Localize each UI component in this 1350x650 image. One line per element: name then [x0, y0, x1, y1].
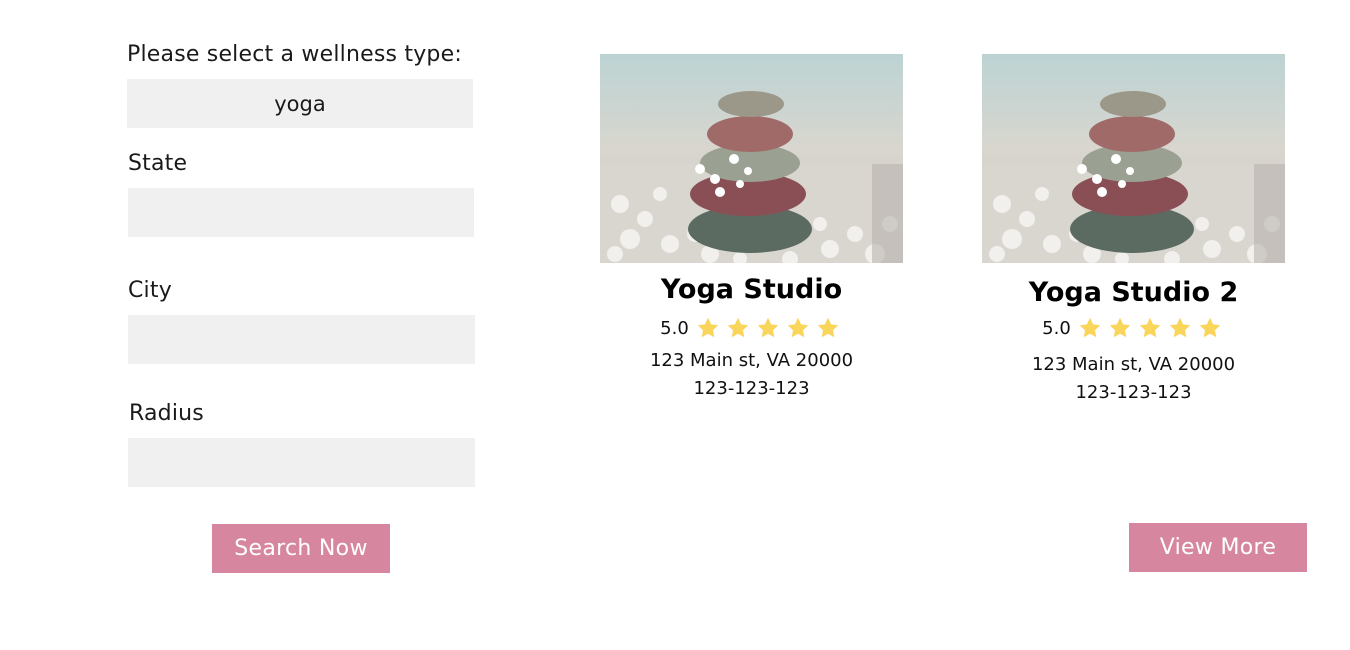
- star-icon: [727, 317, 749, 338]
- radius-label: Radius: [129, 401, 204, 426]
- result-card[interactable]: Yoga Studio 5.0 123 Main st, VA 20000 12…: [600, 54, 903, 414]
- wellness-type-select[interactable]: [127, 79, 473, 128]
- star-icon: [697, 317, 719, 338]
- studio-title[interactable]: Yoga Studio: [570, 274, 933, 305]
- stacked-stones-photo[interactable]: [600, 54, 903, 263]
- studio-phone: 123-123-123: [693, 378, 810, 399]
- star-icon: [1199, 317, 1221, 338]
- star-icon: [1169, 317, 1191, 338]
- stacked-stones-photo[interactable]: [982, 54, 1285, 263]
- state-label: State: [128, 151, 188, 176]
- state-field[interactable]: [128, 188, 474, 237]
- view-more-button[interactable]: View More: [1129, 523, 1307, 572]
- rating-score: 5.0: [1042, 317, 1071, 339]
- rating: 5.0: [952, 316, 1315, 340]
- star-icon: [787, 317, 809, 338]
- city-label: City: [128, 278, 172, 303]
- radius-field[interactable]: [128, 438, 475, 487]
- search-now-button[interactable]: Search Now: [212, 524, 390, 573]
- star-icon: [1139, 317, 1161, 338]
- rating: 5.0: [570, 316, 933, 340]
- city-field[interactable]: [128, 315, 475, 364]
- studio-address: 123 Main st, VA 20000: [649, 350, 854, 371]
- studio-address: 123 Main st, VA 20000: [1031, 354, 1236, 375]
- star-icon: [1109, 317, 1131, 338]
- star-icon: [757, 317, 779, 338]
- result-card[interactable]: Yoga Studio 2 5.0 123 Main st, VA 20000 …: [982, 54, 1285, 414]
- studio-phone: 123-123-123: [1075, 382, 1192, 403]
- wellness-type-label: Please select a wellness type:: [127, 42, 462, 67]
- rating-score: 5.0: [660, 317, 689, 339]
- studio-title[interactable]: Yoga Studio 2: [952, 277, 1315, 308]
- star-icon: [1079, 317, 1101, 338]
- star-icon: [817, 317, 839, 338]
